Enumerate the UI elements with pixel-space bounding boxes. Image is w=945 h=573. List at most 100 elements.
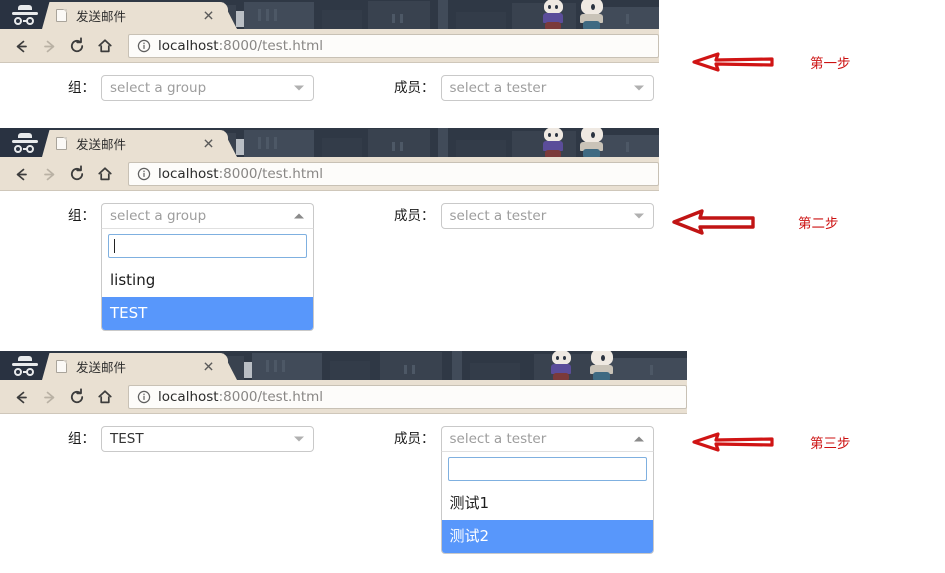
browser-tab[interactable]: 发送邮件 ✕ (42, 130, 228, 157)
url-path: :8000/test.html (218, 166, 324, 182)
group-select-1[interactable]: select a group (101, 75, 314, 101)
forward-button[interactable] (36, 384, 62, 410)
member-select-3[interactable]: select a tester 测试1 测试2 (440, 426, 654, 554)
member-select-2[interactable]: select a tester (440, 203, 654, 229)
left-arrow-icon (692, 432, 774, 452)
group-option-test[interactable]: TEST (102, 297, 313, 330)
home-button[interactable] (92, 33, 118, 59)
group-field-row-3: 组： TEST (68, 426, 314, 452)
member-field-row-3: 成员： select a tester 测试1 测试2 (394, 426, 654, 554)
address-bar[interactable]: localhost:8000/test.html (128, 34, 659, 58)
tab-title: 发送邮件 (76, 360, 127, 375)
home-button[interactable] (92, 161, 118, 187)
tab-close-icon[interactable]: ✕ (202, 359, 215, 373)
reload-button[interactable] (64, 33, 90, 59)
annotation-step-1: 第一步 (692, 51, 851, 73)
forward-button[interactable] (36, 161, 62, 187)
page-content-step-3: 组： TEST 成员： select a tester 测试1 测试2 (0, 414, 687, 573)
browser-toolbar: localhost:8000/test.html (0, 29, 659, 63)
member-select-1[interactable]: select a tester (440, 75, 654, 101)
group-select-2[interactable]: select a group listing TEST (101, 203, 314, 331)
browser-toolbar: localhost:8000/test.html (0, 157, 659, 191)
annotation-step-3-label: 第三步 (810, 436, 851, 452)
page-favicon-icon (56, 360, 67, 373)
forward-button[interactable] (36, 33, 62, 59)
back-button[interactable] (8, 384, 34, 410)
incognito-indicator (0, 351, 50, 380)
tab-close-icon[interactable]: ✕ (202, 136, 215, 150)
address-bar[interactable]: localhost:8000/test.html (128, 385, 687, 409)
annotation-step-2: 第二步 (672, 209, 839, 235)
page-favicon-icon (56, 137, 67, 150)
tab-strip: 发送邮件 ✕ (0, 0, 659, 29)
browser-window-step-1: 发送邮件 ✕ localhost:8000/test.html 组： selec… (0, 0, 659, 116)
incognito-icon (12, 132, 38, 153)
browser-tab[interactable]: 发送邮件 ✕ (42, 353, 228, 380)
theme-character-left (540, 128, 566, 157)
member-option-tester-1[interactable]: 测试1 (442, 487, 653, 520)
chevron-down-icon (294, 85, 304, 91)
tab-strip: 发送邮件 ✕ (0, 128, 659, 157)
member-dropdown-search[interactable] (442, 452, 653, 487)
member-search-input[interactable] (447, 457, 647, 481)
group-option-listing[interactable]: listing (102, 264, 313, 297)
site-info-icon[interactable] (137, 39, 151, 53)
member-option-tester-2[interactable]: 测试2 (441, 520, 653, 553)
back-button[interactable] (8, 33, 34, 59)
reload-button[interactable] (64, 161, 90, 187)
page-content-step-1: 组： select a group 成员： select a tester (0, 63, 659, 116)
tab-title: 发送邮件 (76, 137, 127, 152)
member-select-value: select a tester (449, 80, 547, 96)
address-bar[interactable]: localhost:8000/test.html (128, 162, 659, 186)
address-bar-url: localhost:8000/test.html (158, 166, 323, 182)
group-label: 组： (68, 431, 95, 447)
member-dropdown-panel: 测试1 测试2 (440, 452, 654, 554)
annotation-step-3: 第三步 (692, 431, 851, 453)
group-label: 组： (68, 208, 95, 224)
url-host: localhost (158, 38, 219, 54)
member-label: 成员： (394, 431, 435, 447)
group-select-value: TEST (110, 431, 144, 447)
theme-character-right (588, 351, 616, 380)
member-select-value: select a tester (449, 431, 547, 447)
url-path: :8000/test.html (218, 389, 324, 405)
tab-title: 发送邮件 (76, 9, 127, 24)
url-path: :8000/test.html (218, 38, 324, 54)
page-content-step-2: 组： select a group listing TEST 成员： selec… (0, 191, 659, 333)
back-button[interactable] (8, 161, 34, 187)
home-button[interactable] (92, 384, 118, 410)
member-field-row-1: 成员： select a tester (394, 75, 654, 101)
tab-strip: 发送邮件 ✕ (0, 351, 687, 380)
reload-button[interactable] (64, 384, 90, 410)
site-info-icon[interactable] (137, 390, 151, 404)
site-info-icon[interactable] (137, 167, 151, 181)
browser-window-step-2: 发送邮件 ✕ localhost:8000/test.html 组： selec… (0, 128, 659, 333)
group-field-row-1: 组： select a group (68, 75, 314, 101)
group-select-3[interactable]: TEST (101, 426, 314, 452)
url-host: localhost (158, 166, 219, 182)
chevron-down-icon (633, 85, 644, 91)
member-label: 成员： (394, 208, 435, 224)
annotation-step-2-label: 第二步 (798, 216, 839, 232)
member-label: 成员： (394, 80, 435, 96)
left-arrow-icon (692, 52, 774, 72)
annotation-step-1-label: 第一步 (810, 56, 851, 72)
theme-character-right (578, 128, 606, 157)
group-select-value: select a group (110, 208, 207, 224)
incognito-indicator (0, 128, 50, 157)
text-cursor (114, 239, 115, 253)
group-search-input[interactable] (108, 234, 307, 258)
chevron-down-icon (633, 213, 644, 219)
browser-tab[interactable]: 发送邮件 ✕ (42, 2, 228, 29)
theme-character-left (548, 351, 574, 380)
theme-character-left (540, 0, 566, 29)
text-cursor (454, 462, 455, 476)
group-field-row-2: 组： select a group listing TEST (68, 203, 314, 331)
group-dropdown-search[interactable] (102, 229, 313, 264)
chevron-up-icon (294, 213, 304, 219)
group-dropdown-panel: listing TEST (101, 229, 314, 331)
incognito-indicator (0, 0, 50, 29)
member-field-row-2: 成员： select a tester (394, 203, 654, 229)
tab-close-icon[interactable]: ✕ (202, 8, 215, 22)
group-label: 组： (68, 80, 95, 96)
